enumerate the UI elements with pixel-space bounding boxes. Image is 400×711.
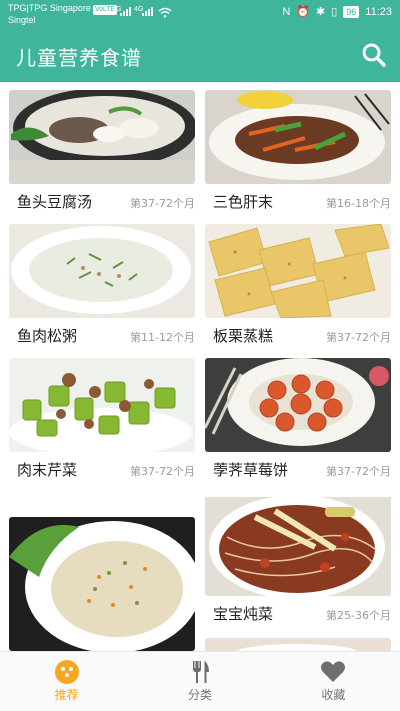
app-toolbar: 儿童营养食谱 <box>0 28 400 82</box>
recipe-card[interactable] <box>205 638 391 651</box>
recipe-name: 肉末芹菜 <box>17 461 78 479</box>
recipe-card[interactable] <box>9 517 195 651</box>
nfc-icon: Ν <box>282 6 291 18</box>
page-title: 儿童营养食谱 <box>16 46 142 70</box>
recipe-name: 三色肝末 <box>213 193 274 211</box>
signal-icon <box>120 7 131 16</box>
recipe-name: 鱼肉松粥 <box>17 327 78 345</box>
tab-favorites-label: 收藏 <box>321 688 346 702</box>
wifi-icon <box>158 7 172 18</box>
signal-icon-2 <box>142 7 153 16</box>
recipe-card[interactable]: 鱼头豆腐汤 第37-72个月 <box>9 90 195 211</box>
fork-knife-icon <box>192 661 209 683</box>
vibrate-icon: ▯ <box>331 6 338 18</box>
carrier-name-secondary: Singtel <box>8 15 36 25</box>
recipe-grid: 鱼头豆腐汤 第37-72个月 三色肝末 第16-18个月 鱼肉松粥 第11-12… <box>0 82 400 651</box>
recommend-icon <box>54 660 79 684</box>
clock: 11:23 <box>365 6 392 18</box>
recipe-name: 宝宝炖菜 <box>213 605 274 623</box>
alarm-icon: ⏰ <box>296 6 310 18</box>
recipe-name: 荸荠草莓饼 <box>213 461 289 479</box>
recipe-image <box>9 224 195 318</box>
recipe-age-range: 第11-12个月 <box>130 331 195 344</box>
carrier-name: TPG|TPG Singapore <box>8 3 91 13</box>
recipe-age-range: 第16-18个月 <box>326 197 391 210</box>
status-bar: TPG|TPG Singapore VoLTE Singtel 4G 4G Ν ⏰… <box>0 0 400 28</box>
tab-recommend-label: 推荐 <box>54 688 79 702</box>
recipe-image <box>9 358 195 452</box>
search-icon <box>362 43 386 67</box>
search-button[interactable] <box>360 41 388 69</box>
recipe-image <box>205 638 391 651</box>
recipe-age-range: 第37-72个月 <box>130 197 195 210</box>
recipe-card[interactable]: 鱼肉松粥 第11-12个月 <box>9 224 195 345</box>
battery-level: 96 <box>343 6 360 18</box>
tab-category[interactable]: 分类 <box>133 652 266 711</box>
recipe-image <box>205 224 391 318</box>
recipe-name: 鱼头豆腐汤 <box>17 193 93 211</box>
bottom-navigation: 推荐 分类 收藏 <box>0 651 400 711</box>
recipe-card[interactable]: 三色肝末 第16-18个月 <box>205 90 391 211</box>
recipe-image <box>9 90 195 184</box>
recipe-name: 板栗蒸糕 <box>213 327 274 345</box>
recipe-age-range: 第37-72个月 <box>326 465 391 478</box>
heart-icon <box>321 661 346 682</box>
recipe-image <box>205 90 391 184</box>
tab-category-label: 分类 <box>187 688 212 702</box>
bluetooth-icon: ✱ <box>315 6 326 18</box>
recipe-age-range: 第37-72个月 <box>326 331 391 344</box>
recipe-image <box>205 495 391 596</box>
recipe-card[interactable]: 宝宝炖菜 第25-36个月 <box>205 492 391 623</box>
recipe-card[interactable]: 荸荠草莓饼 第37-72个月 <box>205 358 391 479</box>
recipe-age-range: 第25-36个月 <box>326 609 391 622</box>
tab-recommend[interactable]: 推荐 <box>0 652 133 711</box>
recipe-card[interactable]: 肉末芹菜 第37-72个月 <box>9 358 195 479</box>
recipe-image <box>9 517 195 651</box>
carrier-info: TPG|TPG Singapore VoLTE Singtel <box>8 3 118 25</box>
recipe-image <box>205 358 391 452</box>
tab-favorites[interactable]: 收藏 <box>267 652 400 711</box>
recipe-age-range: 第37-72个月 <box>130 465 195 478</box>
recipe-card[interactable]: 板栗蒸糕 第37-72个月 <box>205 224 391 345</box>
